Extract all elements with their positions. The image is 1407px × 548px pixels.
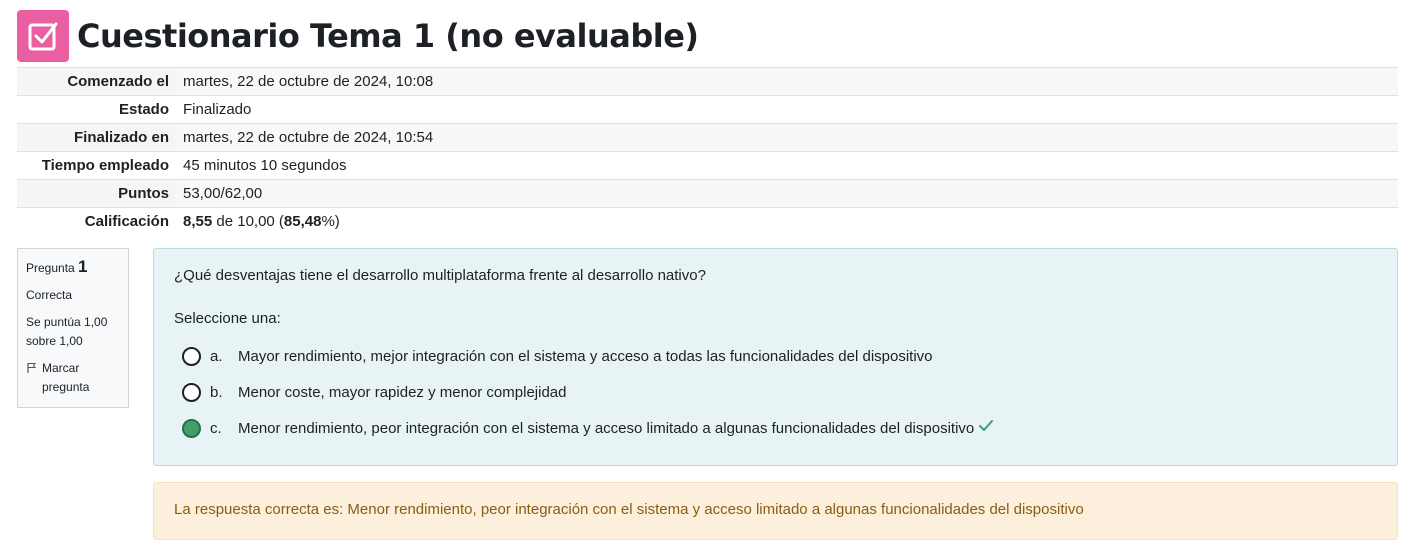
question-content: ¿Qué desventajas tiene el desarrollo mul… [153,248,1398,466]
question-prefix: Pregunta [26,261,75,275]
flag-question-link[interactable]: Marcar pregunta [26,359,120,397]
summary-value: 45 minutos 10 segundos [175,151,1398,180]
summary-value: 53,00/62,00 [175,179,1398,208]
quiz-checkbox-icon [17,10,69,62]
summary-row-time-taken: Tiempo empleado 45 minutos 10 segundos [17,151,1398,180]
summary-row-grade: Calificación 8,55 de 10,00 (85,48%) [17,207,1398,235]
summary-row-state: Estado Finalizado [17,95,1398,124]
question-score: Se puntúa 1,00 sobre 1,00 [26,315,108,348]
grade-value: 8,55 [183,213,213,230]
option-text: Menor coste, mayor rapidez y menor compl… [238,383,567,401]
radio-button-selected[interactable] [182,418,201,438]
answer-prompt: Seleccione una: [174,310,281,327]
attempt-summary-table: Comenzado el martes, 22 de octubre de 20… [17,67,1398,235]
answer-option-c[interactable]: c. Menor rendimiento, peor integración c… [174,410,1377,446]
summary-value: Finalizado [175,95,1398,124]
flag-question-label: Marcar pregunta [42,361,90,394]
question-info-panel: Pregunta 1 Correcta Se puntúa 1,00 sobre… [17,248,129,408]
answer-options: a. Mayor rendimiento, mejor integración … [174,338,1377,446]
summary-row-finished: Finalizado en martes, 22 de octubre de 2… [17,123,1398,152]
grade-percent: 85,48 [283,213,322,230]
summary-label: Finalizado en [17,123,175,152]
option-letter: a. [210,347,223,365]
question-state: Correcta [26,288,73,302]
answer-option-a[interactable]: a. Mayor rendimiento, mejor integración … [174,338,1377,374]
page-title: Cuestionario Tema 1 (no evaluable) [77,17,699,55]
radio-button[interactable] [182,346,201,366]
summary-row-points: Puntos 53,00/62,00 [17,179,1398,208]
question-number-value: 1 [78,257,88,276]
grade-percent-end: %) [321,213,340,230]
question-text: ¿Qué desventajas tiene el desarrollo mul… [174,267,706,284]
option-text: Menor rendimiento, peor integración con … [238,419,975,437]
question-number: Pregunta 1 [26,257,120,278]
summary-label: Tiempo empleado [17,151,175,180]
flag-icon [27,363,36,373]
summary-label: Calificación [17,207,175,235]
summary-value: martes, 22 de octubre de 2024, 10:54 [175,123,1398,152]
grade-mid: de 10,00 ( [212,213,284,230]
option-text: Mayor rendimiento, mejor integración con… [238,347,933,365]
summary-value-grade: 8,55 de 10,00 (85,48%) [175,207,1398,235]
option-letter: c. [210,419,222,437]
correct-check-icon [979,420,994,431]
answer-option-b[interactable]: b. Menor coste, mayor rapidez y menor co… [174,374,1377,410]
radio-button[interactable] [182,382,201,402]
summary-label: Estado [17,95,175,124]
summary-value: martes, 22 de octubre de 2024, 10:08 [175,67,1398,96]
page-header: Cuestionario Tema 1 (no evaluable) [17,10,699,62]
option-letter: b. [210,383,223,401]
summary-row-started: Comenzado el martes, 22 de octubre de 20… [17,67,1398,96]
summary-label: Puntos [17,179,175,208]
summary-label: Comenzado el [17,67,175,96]
right-answer-feedback: La respuesta correcta es: Menor rendimie… [153,482,1398,540]
